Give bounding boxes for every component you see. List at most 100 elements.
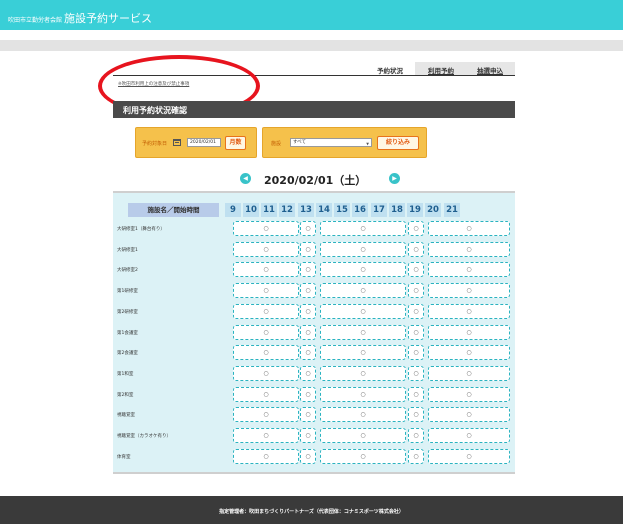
availability-cell[interactable]: ○: [320, 283, 406, 299]
availability-cell[interactable]: ○: [233, 386, 299, 402]
availability-cell[interactable]: ○: [300, 241, 316, 257]
availability-cell[interactable]: ○: [300, 283, 316, 299]
availability-cell[interactable]: ○: [300, 324, 316, 340]
next-day-button[interactable]: ▶: [389, 173, 400, 184]
availability-cell[interactable]: ○: [320, 407, 406, 423]
availability-cell[interactable]: ○: [428, 386, 510, 402]
availability-cell[interactable]: ○: [300, 303, 316, 319]
hour-header: 17: [371, 203, 387, 217]
facility-filter-box: 施設 すべて ▼ 絞り込み: [262, 127, 427, 158]
availability-cell[interactable]: ○: [320, 448, 406, 464]
facility-name[interactable]: 視聴覚室: [117, 412, 135, 418]
availability-cell[interactable]: ○: [300, 448, 316, 464]
availability-cell[interactable]: ○: [233, 345, 299, 361]
month-button[interactable]: 月数: [225, 136, 246, 150]
site-title[interactable]: 吹田市立勤労者会館 施設予約サービス: [8, 7, 152, 26]
availability-cell[interactable]: ○: [408, 345, 424, 361]
facility-name[interactable]: 大研修室2: [117, 267, 138, 273]
availability-cell[interactable]: ○: [320, 345, 406, 361]
footer-text: 指定管理者：吹田まちづくりパートナーズ（代表団体：コナミスポーツ株式会社）: [219, 509, 404, 515]
availability-cell[interactable]: ○: [320, 324, 406, 340]
availability-cell[interactable]: ○: [428, 324, 510, 340]
hour-header: 12: [279, 203, 295, 217]
tab-reserve[interactable]: 利用予約: [428, 65, 454, 75]
tab-lottery-application[interactable]: 抽選申込: [477, 65, 503, 75]
availability-cell[interactable]: ○: [320, 386, 406, 402]
facility-select[interactable]: すべて ▼: [290, 138, 372, 147]
availability-cell[interactable]: ○: [408, 407, 424, 423]
calendar-icon[interactable]: [173, 139, 181, 146]
availability-cell[interactable]: ○: [408, 448, 424, 464]
availability-cell[interactable]: ○: [320, 365, 406, 381]
start-date-label: 予約対象日: [142, 141, 168, 147]
availability-cell[interactable]: ○: [408, 365, 424, 381]
tab-reservation-status[interactable]: 予約状況: [377, 65, 403, 75]
tab-bar: 予約状況 利用予約 抽選申込: [373, 62, 515, 75]
facility-name[interactable]: 第1研修室: [117, 288, 138, 294]
availability-cell[interactable]: ○: [408, 241, 424, 257]
availability-cell[interactable]: ○: [428, 428, 510, 443]
chevron-left-icon: ◀: [243, 175, 248, 182]
facility-name[interactable]: 大研修室1（舞台有り）: [117, 226, 165, 232]
availability-cell[interactable]: ○: [233, 448, 299, 464]
availability-cell[interactable]: ○: [300, 221, 316, 236]
hour-header: 14: [316, 203, 332, 217]
availability-cell[interactable]: ○: [428, 221, 510, 236]
facility-row: 第1会議室 ○ ○ ○ ○ ○: [115, 324, 513, 342]
availability-cell[interactable]: ○: [233, 324, 299, 340]
availability-cell[interactable]: ○: [233, 303, 299, 319]
availability-cell[interactable]: ○: [408, 386, 424, 402]
availability-cell[interactable]: ○: [428, 345, 510, 361]
availability-cell[interactable]: ○: [408, 262, 424, 278]
facility-row: 第2和室 ○ ○ ○ ○ ○: [115, 386, 513, 404]
facility-name[interactable]: 第1和室: [117, 371, 133, 377]
availability-cell[interactable]: ○: [320, 241, 406, 257]
availability-cell[interactable]: ○: [233, 262, 299, 278]
availability-cell[interactable]: ○: [320, 221, 406, 236]
availability-cell[interactable]: ○: [300, 386, 316, 402]
availability-cell[interactable]: ○: [233, 428, 299, 443]
availability-cell[interactable]: ○: [233, 407, 299, 423]
availability-cell[interactable]: ○: [408, 283, 424, 299]
site-title-main: 施設予約サービス: [64, 12, 153, 25]
availability-cell[interactable]: ○: [300, 345, 316, 361]
previous-day-button[interactable]: ◀: [240, 173, 251, 184]
facility-name[interactable]: 視聴覚室（カラオケ有り）: [117, 433, 171, 439]
availability-cell[interactable]: ○: [320, 428, 406, 443]
date-input[interactable]: 2020/02/01: [187, 138, 221, 147]
hour-header: 19: [407, 203, 423, 217]
availability-cell[interactable]: ○: [320, 303, 406, 319]
facility-name[interactable]: 第1会議室: [117, 330, 138, 336]
footer: 指定管理者：吹田まちづくりパートナーズ（代表団体：コナミスポーツ株式会社）: [0, 496, 623, 524]
hour-header: 11: [261, 203, 277, 217]
availability-cell[interactable]: ○: [233, 221, 299, 236]
availability-cell[interactable]: ○: [233, 241, 299, 257]
availability-cell[interactable]: ○: [408, 324, 424, 340]
facility-name[interactable]: 第2和室: [117, 392, 133, 398]
availability-cell[interactable]: ○: [408, 221, 424, 236]
availability-cell[interactable]: ○: [320, 262, 406, 278]
current-date: 2020/02/01（土）: [264, 174, 367, 187]
availability-cell[interactable]: ○: [428, 262, 510, 278]
availability-cell[interactable]: ○: [300, 262, 316, 278]
narrow-down-button[interactable]: 絞り込み: [377, 136, 419, 150]
availability-cell[interactable]: ○: [428, 448, 510, 464]
availability-cell[interactable]: ○: [300, 365, 316, 381]
availability-cell[interactable]: ○: [428, 365, 510, 381]
availability-cell[interactable]: ○: [428, 407, 510, 423]
availability-cell[interactable]: ○: [233, 283, 299, 299]
availability-cell[interactable]: ○: [408, 303, 424, 319]
availability-cell[interactable]: ○: [428, 283, 510, 299]
availability-cell[interactable]: ○: [300, 428, 316, 443]
availability-cell[interactable]: ○: [428, 241, 510, 257]
availability-cell[interactable]: ○: [408, 428, 424, 443]
hour-header: 16: [352, 203, 368, 217]
facility-name[interactable]: 大研修室1: [117, 247, 138, 253]
facility-row: 大研修室1（舞台有り） ○ ○ ○ ○ ○: [115, 220, 513, 238]
availability-cell[interactable]: ○: [428, 303, 510, 319]
facility-name[interactable]: 第2研修室: [117, 309, 138, 315]
availability-cell[interactable]: ○: [300, 407, 316, 423]
facility-name[interactable]: 体育室: [117, 454, 131, 460]
facility-name[interactable]: 第2会議室: [117, 350, 138, 356]
availability-cell[interactable]: ○: [233, 365, 299, 381]
